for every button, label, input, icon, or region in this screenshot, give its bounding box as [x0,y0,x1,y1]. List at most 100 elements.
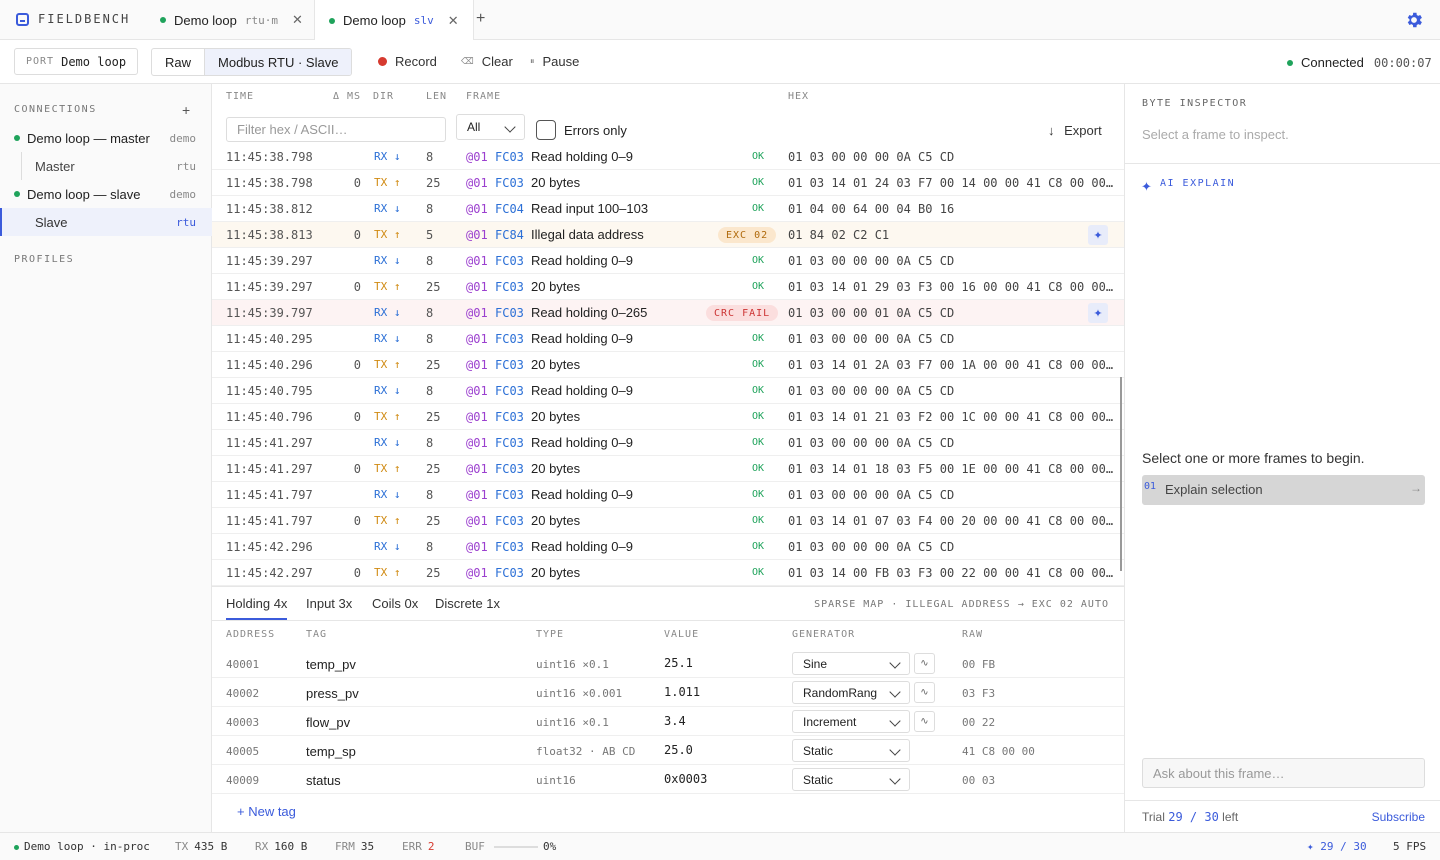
export-button[interactable]: ↓ Export [1048,123,1102,138]
frame-description: 20 bytes [531,513,581,528]
frame-row[interactable]: 11:45:40.295 RX ↓ 8 @01 FC03 Read holding 0–9… [212,326,1124,352]
frame-row[interactable]: 11:45:41.297 0 TX ↑ 25 @01 FC03 20 bytes 01 03 … [212,456,1124,482]
frame-function-code: FC03 [495,462,524,476]
connected-dot [1287,59,1293,66]
close-icon[interactable]: ✕ [292,12,303,28]
generator-settings-icon[interactable]: ∿ [914,653,935,674]
frame-row[interactable]: 11:45:41.797 RX ↓ 8 @01 FC03 Read holding 0–9… [212,482,1124,508]
register-row[interactable]: 40009 status uint16 0x0003 00 03 Static [212,765,1124,794]
frame-row[interactable]: 11:45:42.297 0 TX ↑ 25 @01 FC03 20 bytes 01 03 … [212,560,1124,586]
frame-function-code: FC03 [495,332,524,346]
register-row[interactable]: 40001 temp_pv uint16 ×0.1 25.1 00 FB Sine ∿ [212,649,1124,678]
register-type: float32 · AB CD [536,745,636,758]
mode-modbus-button[interactable]: Modbus RTU · Slave [204,49,352,75]
errors-only-label: Errors only [564,123,627,138]
generator-select[interactable]: RandomRang [792,681,910,704]
frame-row[interactable]: 11:45:39.797 RX ↓ 8 @01 FC03 Read holding 0–2… [212,300,1124,326]
new-tab-icon[interactable]: + [476,10,485,28]
frame-row[interactable]: 11:45:39.297 0 TX ↑ 25 @01 FC03 20 bytes 01 03 … [212,274,1124,300]
frame-len: 25 [426,176,441,190]
frame-row[interactable]: 11:45:42.296 RX ↓ 8 @01 FC03 Read holding 0–9… [212,534,1124,560]
tab-demo-loop-master[interactable]: Demo loop rtu·m ✕ [146,0,317,40]
frame-list-scrollbar[interactable] [1120,377,1122,571]
frame-status: OK [752,567,765,578]
generator-settings-icon[interactable]: ∿ [914,682,935,703]
pause-button[interactable]: ⏸ Pause [530,54,579,69]
tab-demo-loop-slave[interactable]: Demo loop slv ✕ [314,0,474,41]
generator-select[interactable]: Sine [792,652,910,675]
tab-holding[interactable]: Holding 4x [226,596,288,620]
sidebar-item-demo-loop-master[interactable]: Demo loop — master demo [0,124,212,152]
ask-frame-input[interactable]: Ask about this frame… [1142,758,1425,788]
frame-hex: 01 84 02 C2 C1 [788,228,890,242]
tab-coils[interactable]: Coils 0x [372,596,418,611]
generator-select[interactable]: Static [792,739,910,762]
frame-row[interactable]: 11:45:39.297 RX ↓ 8 @01 FC03 Read holding 0–9… [212,248,1124,274]
status-buf: BUF [465,840,491,853]
generator-select[interactable]: Static [792,768,910,791]
frame-row[interactable]: 11:45:40.795 RX ↓ 8 @01 FC03 Read holding 0–9… [212,378,1124,404]
frame-len: 8 [426,152,434,164]
frame-row[interactable]: 11:45:41.797 0 TX ↑ 25 @01 FC03 20 bytes 01 03 … [212,508,1124,534]
register-map: Holding 4x Input 3x Coils 0x Discrete 1x… [212,586,1124,832]
add-connection-icon[interactable]: + [182,102,190,118]
filter-select[interactable]: All [456,114,525,140]
frame-status: OK [752,489,765,500]
sidebar-item-tag: rtu [176,159,196,173]
filter-input[interactable]: Filter hex / ASCII… [226,117,446,142]
frame-len: 25 [426,514,441,528]
subscribe-link[interactable]: Subscribe [1372,810,1425,824]
generator-settings-icon[interactable]: ∿ [914,711,935,732]
sidebar-item-master[interactable]: Master rtu [0,152,212,180]
status-frm-key: FRM [335,840,355,853]
inspector-title: BYTE INSPECTOR [1142,98,1248,109]
register-row[interactable]: 40002 press_pv uint16 ×0.001 1.011 03 F3 Rand… [212,678,1124,707]
frame-row[interactable]: 11:45:38.812 RX ↓ 8 @01 FC04 Read input 100–1… [212,196,1124,222]
col-time: TIME [226,91,255,102]
frame-len: 8 [426,332,434,346]
close-icon[interactable]: ✕ [448,13,459,29]
gear-icon[interactable] [1404,10,1424,30]
frame-row[interactable]: 11:45:38.798 RX ↓ 8 @01 FC03 Read holding 0–9… [212,152,1124,170]
explain-badge: 01 [1144,481,1157,492]
frame-row[interactable]: 11:45:40.796 0 TX ↑ 25 @01 FC03 20 bytes 01 03 … [212,404,1124,430]
frame-delta: 0 [353,566,361,580]
frame-hex: 01 03 00 00 00 0A C5 CD [788,436,955,450]
sidebar-item-slave[interactable]: Slave rtu [0,208,212,236]
frame-delta: 0 [353,514,361,528]
ai-explain-sparkle-icon[interactable]: ✦ [1088,225,1108,245]
record-button[interactable]: Record [378,54,437,69]
sidebar-item-demo-loop-slave[interactable]: Demo loop — slave demo [0,180,212,208]
status-frm-value: 35 [360,840,375,853]
frame-dir: RX ↓ [374,254,401,267]
register-value: 25.0 [664,743,693,757]
mode-raw-button[interactable]: Raw [152,49,204,75]
frame-row[interactable]: 11:45:40.296 0 TX ↑ 25 @01 FC03 20 bytes 01 03 … [212,352,1124,378]
frame-dir: TX ↑ [374,228,401,241]
frame-len: 25 [426,358,441,372]
sidebar-item-label: Master [21,152,75,180]
sidebar-item-label: Slave [0,208,68,236]
port-selector[interactable]: PORT Demo loop [14,48,139,75]
sidebar-item-label: Demo loop — master [27,130,150,146]
frame-slave-address: @01 [466,410,488,424]
ai-explain-sparkle-icon[interactable]: ✦ [1088,303,1108,323]
generator-select[interactable]: Increment [792,710,910,733]
tab-sub: slv [413,14,434,27]
register-row[interactable]: 40005 temp_sp float32 · AB CD 25.0 41 C8 00 … [212,736,1124,765]
frame-row[interactable]: 11:45:38.798 0 TX ↑ 25 @01 FC03 20 bytes 01 03 … [212,170,1124,196]
frame-dir: RX ↓ [374,488,401,501]
frame-row[interactable]: 11:45:41.297 RX ↓ 8 @01 FC03 Read holding 0–9… [212,430,1124,456]
connection-label: Connected [1301,55,1364,70]
explain-selection-button[interactable]: 01 Explain selection → [1142,475,1425,505]
register-row[interactable]: 40003 flow_pv uint16 ×0.1 3.4 00 22 Increment… [212,707,1124,736]
errors-only-checkbox[interactable] [536,120,556,140]
tab-discrete[interactable]: Discrete 1x [435,596,500,611]
frame-dir: RX ↓ [374,202,401,215]
tab-input[interactable]: Input 3x [306,596,352,611]
frame-row[interactable]: 11:45:38.813 0 TX ↑ 5 @01 FC84 Illegal data ad… [212,222,1124,248]
new-tag-button[interactable]: + New tag [237,804,296,819]
frame-len: 8 [426,488,434,502]
status-dot [14,135,20,141]
clear-button[interactable]: ⌫ Clear [461,54,513,69]
